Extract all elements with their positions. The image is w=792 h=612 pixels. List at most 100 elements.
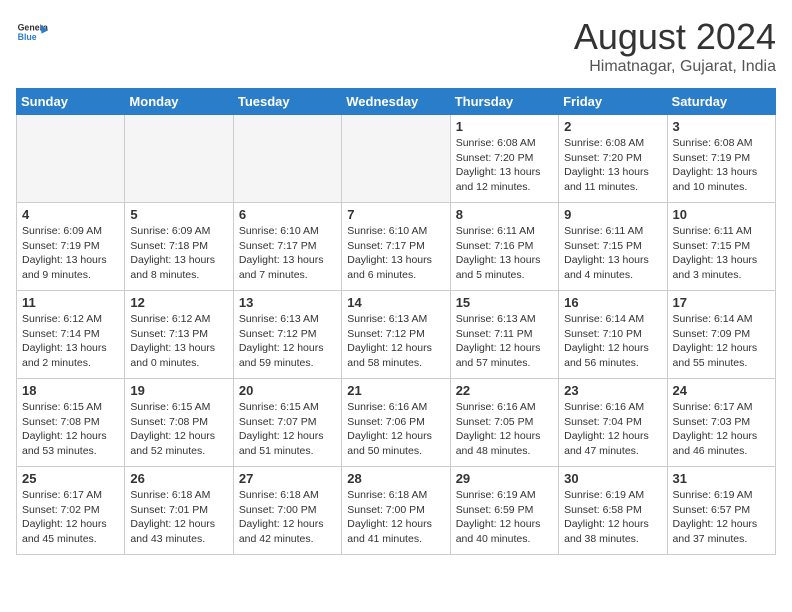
day-cell: 2Sunrise: 6:08 AMSunset: 7:20 PMDaylight… xyxy=(559,115,667,203)
day-number: 31 xyxy=(673,471,770,486)
day-info: Sunrise: 6:15 AMSunset: 7:07 PMDaylight:… xyxy=(239,400,336,459)
day-cell: 15Sunrise: 6:13 AMSunset: 7:11 PMDayligh… xyxy=(450,291,558,379)
day-number: 4 xyxy=(22,207,119,222)
day-number: 8 xyxy=(456,207,553,222)
day-number: 19 xyxy=(130,383,227,398)
day-info: Sunrise: 6:11 AMSunset: 7:15 PMDaylight:… xyxy=(673,224,770,283)
day-cell xyxy=(125,115,233,203)
day-cell: 25 Sunrise: 6:17 AMSunset: 7:02 PMDayligh… xyxy=(17,467,125,555)
day-number: 1 xyxy=(456,119,553,134)
day-cell: 16 Sunrise: 6:14 AMSunset: 7:10 PMDayligh… xyxy=(559,291,667,379)
day-info: Sunrise: 6:12 AMSunset: 7:14 PMDaylight:… xyxy=(22,312,119,371)
day-number: 17 xyxy=(673,295,770,310)
day-cell: 17 Sunrise: 6:14 AMSunset: 7:09 PMDayligh… xyxy=(667,291,775,379)
day-cell xyxy=(342,115,450,203)
week-row-4: 18 Sunrise: 6:15 AMSunset: 7:08 PMDayligh… xyxy=(17,379,776,467)
day-cell: 10 Sunrise: 6:11 AMSunset: 7:15 PMDayligh… xyxy=(667,203,775,291)
header-saturday: Saturday xyxy=(667,89,775,115)
day-info: Sunrise: 6:17 AMSunset: 7:02 PMDaylight:… xyxy=(22,488,119,547)
day-cell: 23Sunrise: 6:16 AMSunset: 7:04 PMDayligh… xyxy=(559,379,667,467)
day-info: Sunrise: 6:13 AMSunset: 7:12 PMDaylight:… xyxy=(347,312,444,371)
day-cell xyxy=(17,115,125,203)
day-info: Sunrise: 6:17 AMSunset: 7:03 PMDaylight:… xyxy=(673,400,770,459)
day-cell: 21 Sunrise: 6:16 AMSunset: 7:06 PMDayligh… xyxy=(342,379,450,467)
day-info: Sunrise: 6:09 AMSunset: 7:18 PMDaylight:… xyxy=(130,224,227,283)
day-cell: 11 Sunrise: 6:12 AMSunset: 7:14 PMDayligh… xyxy=(17,291,125,379)
day-number: 21 xyxy=(347,383,444,398)
day-info: Sunrise: 6:13 AMSunset: 7:12 PMDaylight:… xyxy=(239,312,336,371)
day-info: Sunrise: 6:15 AMSunset: 7:08 PMDaylight:… xyxy=(130,400,227,459)
day-cell: 28 Sunrise: 6:18 AMSunset: 7:00 PMDayligh… xyxy=(342,467,450,555)
day-cell: 4 Sunrise: 6:09 AMSunset: 7:19 PMDaylight… xyxy=(17,203,125,291)
day-number: 27 xyxy=(239,471,336,486)
week-row-5: 25 Sunrise: 6:17 AMSunset: 7:02 PMDayligh… xyxy=(17,467,776,555)
day-cell: 8 Sunrise: 6:11 AMSunset: 7:16 PMDaylight… xyxy=(450,203,558,291)
day-cell: 26 Sunrise: 6:18 AMSunset: 7:01 PMDayligh… xyxy=(125,467,233,555)
day-number: 14 xyxy=(347,295,444,310)
month-title: August 2024 xyxy=(574,16,776,58)
day-number: 25 xyxy=(22,471,119,486)
svg-text:Blue: Blue xyxy=(18,32,37,42)
day-number: 28 xyxy=(347,471,444,486)
week-row-2: 4 Sunrise: 6:09 AMSunset: 7:19 PMDaylight… xyxy=(17,203,776,291)
day-info: Sunrise: 6:16 AMSunset: 7:06 PMDaylight:… xyxy=(347,400,444,459)
day-info: Sunrise: 6:14 AMSunset: 7:10 PMDaylight:… xyxy=(564,312,661,371)
day-cell xyxy=(233,115,341,203)
day-cell: 6Sunrise: 6:10 AMSunset: 7:17 PMDaylight… xyxy=(233,203,341,291)
day-cell: 14 Sunrise: 6:13 AMSunset: 7:12 PMDayligh… xyxy=(342,291,450,379)
day-info: Sunrise: 6:14 AMSunset: 7:09 PMDaylight:… xyxy=(673,312,770,371)
day-number: 30 xyxy=(564,471,661,486)
day-cell: 18 Sunrise: 6:15 AMSunset: 7:08 PMDayligh… xyxy=(17,379,125,467)
day-number: 20 xyxy=(239,383,336,398)
day-number: 26 xyxy=(130,471,227,486)
day-info: Sunrise: 6:15 AMSunset: 7:08 PMDaylight:… xyxy=(22,400,119,459)
day-cell: 7 Sunrise: 6:10 AMSunset: 7:17 PMDaylight… xyxy=(342,203,450,291)
day-number: 11 xyxy=(22,295,119,310)
day-info: Sunrise: 6:18 AMSunset: 7:01 PMDaylight:… xyxy=(130,488,227,547)
day-info: Sunrise: 6:10 AMSunset: 7:17 PMDaylight:… xyxy=(239,224,336,283)
header-monday: Monday xyxy=(125,89,233,115)
day-info: Sunrise: 6:08 AMSunset: 7:20 PMDaylight:… xyxy=(456,136,553,195)
day-cell: 30Sunrise: 6:19 AMSunset: 6:58 PMDayligh… xyxy=(559,467,667,555)
day-cell: 31 Sunrise: 6:19 AMSunset: 6:57 PMDayligh… xyxy=(667,467,775,555)
day-number: 9 xyxy=(564,207,661,222)
day-info: Sunrise: 6:09 AMSunset: 7:19 PMDaylight:… xyxy=(22,224,119,283)
day-number: 18 xyxy=(22,383,119,398)
day-info: Sunrise: 6:11 AMSunset: 7:15 PMDaylight:… xyxy=(564,224,661,283)
calendar-table: SundayMondayTuesdayWednesdayThursdayFrid… xyxy=(16,88,776,555)
day-info: Sunrise: 6:16 AMSunset: 7:04 PMDaylight:… xyxy=(564,400,661,459)
day-cell: 5 Sunrise: 6:09 AMSunset: 7:18 PMDaylight… xyxy=(125,203,233,291)
header-sunday: Sunday xyxy=(17,89,125,115)
day-number: 16 xyxy=(564,295,661,310)
day-cell: 20 Sunrise: 6:15 AMSunset: 7:07 PMDayligh… xyxy=(233,379,341,467)
calendar-header-row: SundayMondayTuesdayWednesdayThursdayFrid… xyxy=(17,89,776,115)
day-cell: 12 Sunrise: 6:12 AMSunset: 7:13 PMDayligh… xyxy=(125,291,233,379)
day-number: 22 xyxy=(456,383,553,398)
day-info: Sunrise: 6:08 AMSunset: 7:19 PMDaylight:… xyxy=(673,136,770,195)
header-wednesday: Wednesday xyxy=(342,89,450,115)
day-number: 24 xyxy=(673,383,770,398)
day-cell: 1 Sunrise: 6:08 AMSunset: 7:20 PMDaylight… xyxy=(450,115,558,203)
day-info: Sunrise: 6:18 AMSunset: 7:00 PMDaylight:… xyxy=(347,488,444,547)
header-friday: Friday xyxy=(559,89,667,115)
page-header: General Blue August 2024 Himatnagar, Guj… xyxy=(16,16,776,76)
day-cell: 9 Sunrise: 6:11 AMSunset: 7:15 PMDaylight… xyxy=(559,203,667,291)
day-cell: 24 Sunrise: 6:17 AMSunset: 7:03 PMDayligh… xyxy=(667,379,775,467)
day-number: 12 xyxy=(130,295,227,310)
day-cell: 19 Sunrise: 6:15 AMSunset: 7:08 PMDayligh… xyxy=(125,379,233,467)
day-info: Sunrise: 6:19 AMSunset: 6:59 PMDaylight:… xyxy=(456,488,553,547)
day-info: Sunrise: 6:19 AMSunset: 6:57 PMDaylight:… xyxy=(673,488,770,547)
week-row-1: 1 Sunrise: 6:08 AMSunset: 7:20 PMDaylight… xyxy=(17,115,776,203)
day-cell: 27Sunrise: 6:18 AMSunset: 7:00 PMDayligh… xyxy=(233,467,341,555)
day-cell: 3Sunrise: 6:08 AMSunset: 7:19 PMDaylight… xyxy=(667,115,775,203)
day-info: Sunrise: 6:11 AMSunset: 7:16 PMDaylight:… xyxy=(456,224,553,283)
header-thursday: Thursday xyxy=(450,89,558,115)
day-number: 5 xyxy=(130,207,227,222)
day-info: Sunrise: 6:16 AMSunset: 7:05 PMDaylight:… xyxy=(456,400,553,459)
day-number: 15 xyxy=(456,295,553,310)
day-number: 7 xyxy=(347,207,444,222)
day-number: 2 xyxy=(564,119,661,134)
day-info: Sunrise: 6:10 AMSunset: 7:17 PMDaylight:… xyxy=(347,224,444,283)
day-info: Sunrise: 6:12 AMSunset: 7:13 PMDaylight:… xyxy=(130,312,227,371)
day-number: 10 xyxy=(673,207,770,222)
